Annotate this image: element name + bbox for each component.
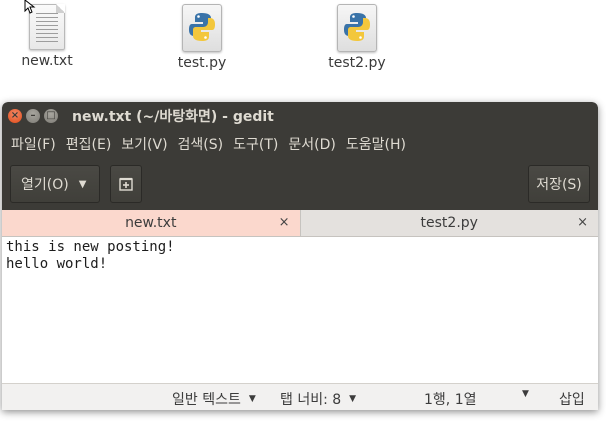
close-icon[interactable]: × [279, 215, 290, 230]
editor-line: this is new posting! [6, 239, 175, 255]
cursor-position: 1행, 1열 [424, 389, 476, 409]
save-button[interactable]: 저장(S) [528, 165, 590, 203]
new-document-icon [119, 177, 133, 191]
menu-bar: 파일(F) 편집(E) 보기(V) 검색(S) 도구(T) 문서(D) 도움말(… [2, 130, 598, 158]
desktop: new.txt test.py test2.py × – □ new.txt (… [0, 0, 606, 426]
menu-tools[interactable]: 도구(T) [228, 134, 283, 154]
menu-documents[interactable]: 문서(D) [283, 134, 340, 154]
chevron-down-icon: ▼ [522, 389, 529, 399]
tab-label: new.txt [125, 215, 177, 231]
tab-width-label: 탭 너비: 8 [280, 392, 342, 408]
desktop-file-new-txt[interactable]: new.txt [2, 4, 92, 69]
new-document-button[interactable] [110, 165, 142, 203]
position-dropdown[interactable]: ▼ [522, 389, 529, 399]
python-file-icon [337, 4, 377, 52]
language-label: 일반 텍스트 [172, 392, 241, 408]
tab-width-selector[interactable]: 탭 너비: 8 ▼ [280, 389, 356, 409]
desktop-file-label: new.txt [21, 53, 73, 69]
cursor-position-label: 1행, 1열 [424, 392, 477, 408]
desktop-file-test2-py[interactable]: test2.py [312, 4, 402, 71]
tab-label: test2.py [420, 215, 478, 231]
close-window-button[interactable]: × [8, 109, 22, 123]
window-controls: × – □ [8, 109, 58, 123]
menu-view[interactable]: 보기(V) [116, 134, 172, 154]
minimize-window-button[interactable]: – [26, 109, 40, 123]
mouse-cursor-icon [24, 0, 36, 14]
editor-line: hello world! [6, 256, 108, 272]
insert-mode-label: 삽입 [559, 392, 585, 408]
menu-search[interactable]: 검색(S) [173, 134, 229, 154]
chevron-down-icon: ▼ [248, 394, 256, 404]
open-label: 열기(O) [21, 177, 69, 193]
open-button[interactable]: 열기(O) ▼ [10, 165, 100, 203]
status-bar: 일반 텍스트 ▼ 탭 너비: 8 ▼ 1행, 1열 ▼ 삽입 [2, 383, 598, 410]
chevron-down-icon: ▼ [78, 178, 87, 190]
desktop-file-label: test2.py [328, 55, 386, 71]
language-selector[interactable]: 일반 텍스트 ▼ [172, 389, 256, 409]
desktop-file-label: test.py [177, 55, 227, 71]
text-editor-area[interactable]: this is new posting! hello world! [2, 237, 598, 383]
maximize-window-button[interactable]: □ [44, 109, 58, 123]
tab-bar: new.txt × test2.py × [2, 210, 598, 237]
tab-new-txt[interactable]: new.txt × [2, 210, 301, 236]
gedit-window: × – □ new.txt (~/바탕화면) - gedit 파일(F) 편집(… [2, 102, 598, 410]
toolbar: 열기(O) ▼ 저장(S) [2, 158, 598, 210]
menu-file[interactable]: 파일(F) [6, 134, 61, 154]
insert-mode-indicator[interactable]: 삽입 [559, 389, 585, 409]
close-icon[interactable]: × [577, 215, 588, 230]
window-title: new.txt (~/바탕화면) - gedit [72, 109, 274, 125]
desktop-file-test-py[interactable]: test.py [157, 4, 247, 71]
title-bar[interactable]: × – □ new.txt (~/바탕화면) - gedit [2, 102, 598, 130]
chevron-down-icon: ▼ [349, 394, 357, 404]
menu-help[interactable]: 도움말(H) [341, 134, 411, 154]
menu-edit[interactable]: 편집(E) [61, 134, 117, 154]
python-file-icon [182, 4, 222, 52]
tab-test2-py[interactable]: test2.py × [301, 210, 599, 236]
